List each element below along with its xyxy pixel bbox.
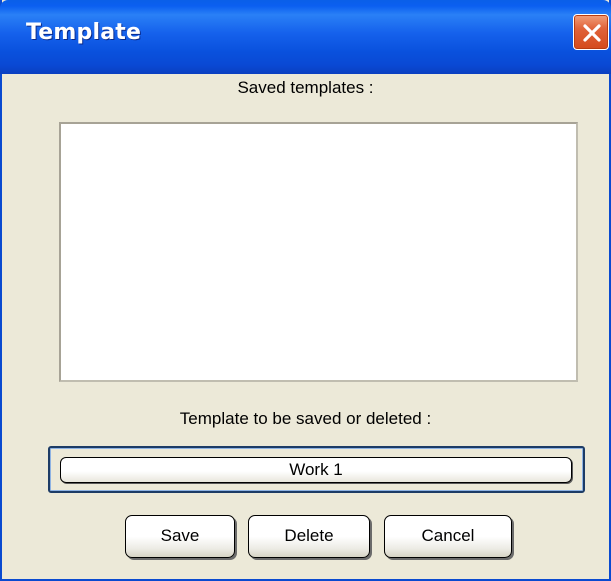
saved-templates-list[interactable] (59, 122, 578, 382)
close-button[interactable] (573, 14, 609, 50)
cancel-button[interactable]: Cancel (384, 515, 512, 558)
saved-templates-label: Saved templates : (237, 78, 374, 97)
title-bar[interactable]: Template (0, 0, 611, 74)
delete-button[interactable]: Delete (248, 515, 370, 558)
template-name-input[interactable] (60, 457, 572, 483)
save-button[interactable]: Save (125, 515, 235, 558)
close-icon (583, 24, 601, 42)
window-title: Template (26, 20, 142, 45)
dialog-body: Saved templates : Template to be saved o… (2, 74, 609, 579)
template-dialog: Template Saved templates : Template to b… (0, 0, 611, 581)
template-name-label: Template to be saved or deleted : (179, 409, 432, 428)
template-name-frame (48, 446, 585, 493)
